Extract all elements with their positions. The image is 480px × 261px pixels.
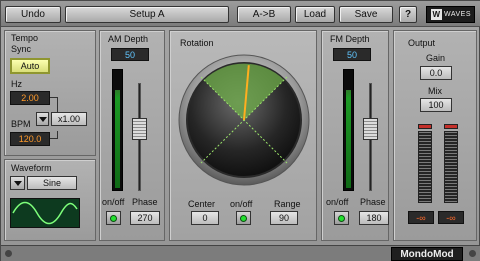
preset-name-button[interactable]: Setup A [65,6,229,23]
waveform-preview [10,198,80,228]
fm-level-meter [343,69,354,191]
hz-label: Hz [11,79,22,89]
save-button[interactable]: Save [339,6,393,23]
am-phase-label: Phase [132,197,158,207]
footer-bar: MondoMod [1,245,480,261]
am-meter-fill [115,89,120,188]
fm-meter-fill [346,89,351,188]
plugin-name: MondoMod [391,247,463,261]
am-level-meter [112,69,123,191]
fm-phase-label: Phase [360,197,386,207]
right-clip-led[interactable] [444,124,458,129]
center-label: Center [188,199,216,209]
output-meter-left [418,131,432,203]
waveform-selected[interactable]: Sine [27,176,77,190]
waves-logo-mark-icon: W [431,9,442,20]
mondomod-plugin-window: Undo Setup A A->B Load Save ? W WAVES Te… [0,0,480,261]
bpm-display[interactable]: 120.0 [10,132,50,146]
bpm-label: BPM [11,119,31,129]
chevron-down-icon [38,116,47,122]
am-depth-slider-thumb[interactable] [132,118,147,140]
tempo-title: Tempo [11,33,39,43]
right-peak-display[interactable]: -∞ [438,211,464,224]
multiplier-value[interactable]: x1.00 [51,112,87,126]
am-phase-value[interactable]: 270 [130,211,160,225]
mix-label: Mix [428,86,442,96]
sync-mode-button[interactable]: Auto [10,58,50,74]
waveform-title: Waveform [11,163,52,173]
gain-value[interactable]: 0.0 [420,66,452,80]
rotation-onoff-label: on/off [230,199,253,209]
am-onoff-toggle[interactable] [106,211,121,225]
fm-depth-panel: FM Depth 50 on/off Phase 180 [321,30,389,241]
fm-onoff-toggle[interactable] [334,211,349,225]
output-title: Output [408,38,436,48]
left-peak-display[interactable]: -∞ [408,211,434,224]
fm-led-icon [338,214,345,222]
load-button[interactable]: Load [295,6,335,23]
am-led-icon [110,214,117,222]
chevron-down-icon [13,180,22,186]
left-clip-led[interactable] [418,124,432,129]
bracket-bottom-icon [50,131,58,139]
am-onoff-label: on/off [102,197,125,207]
center-value[interactable]: 0 [191,211,219,225]
fm-depth-slider-thumb[interactable] [363,118,378,140]
output-meter-right [444,131,458,203]
am-depth-title: AM Depth [108,34,149,44]
am-depth-display[interactable]: 50 [111,48,149,61]
hz-display[interactable]: 2.00 [10,91,50,105]
output-panel: Output Gain 0.0 Mix 100 -∞ -∞ [393,30,477,241]
rotation-panel: Rotation Center on/off Range 0 90 [169,30,317,241]
fm-depth-title: FM Depth [330,34,370,44]
multiplier-dropdown[interactable] [36,112,49,126]
waves-logo: W WAVES [426,6,475,23]
fm-depth-display[interactable]: 50 [333,48,371,61]
range-label: Range [274,199,301,209]
fm-phase-value[interactable]: 180 [359,211,389,225]
am-depth-panel: AM Depth 50 on/off Phase 270 [99,30,165,241]
undo-button[interactable]: Undo [5,6,61,23]
screw-icon [469,250,476,257]
fm-onoff-label: on/off [326,197,349,207]
gain-label: Gain [426,53,446,63]
waveform-dropdown[interactable] [10,176,25,190]
rotation-led-icon [240,214,247,222]
rotation-onoff-toggle[interactable] [236,211,251,225]
screw-icon [5,250,12,257]
help-button[interactable]: ? [399,6,417,23]
rotation-title: Rotation [180,38,214,48]
sine-wave-icon [12,201,78,225]
tempo-panel: Tempo Sync Auto Hz 2.00 BPM 120.0 x1.00 [4,30,96,156]
ab-compare-button[interactable]: A->B [237,6,291,23]
waveform-panel: Waveform Sine [4,159,96,241]
toolbar: Undo Setup A A->B Load Save ? W WAVES [1,1,480,27]
rotation-radar[interactable] [170,53,318,193]
mix-value[interactable]: 100 [420,98,452,112]
sync-title: Sync [11,44,32,54]
range-value[interactable]: 90 [270,211,298,225]
waves-logo-text: WAVES [443,11,471,18]
